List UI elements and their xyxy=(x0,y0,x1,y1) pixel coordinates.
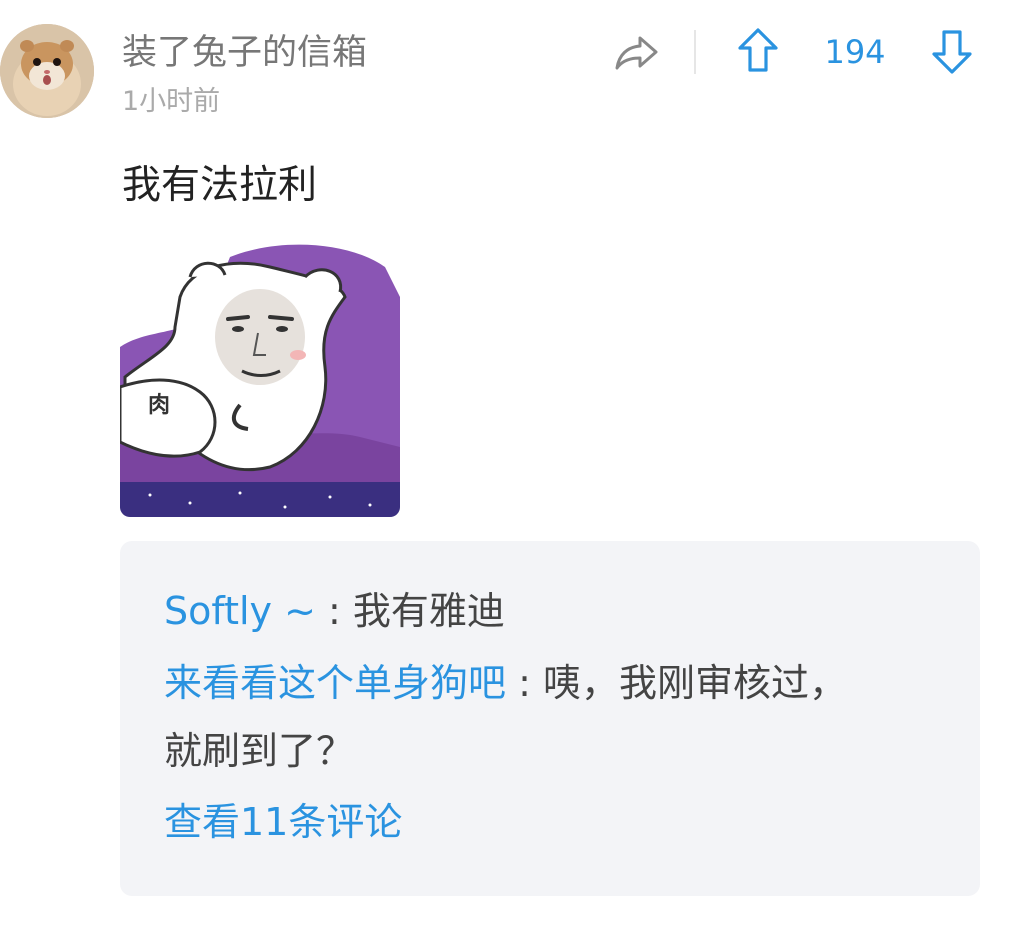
username[interactable]: 装了兔子的信箱 xyxy=(122,30,367,76)
vote-count: 194 xyxy=(824,33,886,71)
reply-separator: : xyxy=(315,589,353,633)
upvote-button[interactable] xyxy=(736,26,780,76)
reply-item[interactable]: Softly ~ : 我有雅迪 xyxy=(164,577,884,645)
timestamp: 1小时前 xyxy=(122,86,221,117)
reply-author[interactable]: 来看看这个单身狗吧 xyxy=(164,661,506,705)
arrow-up-icon xyxy=(738,28,778,72)
comment-text: 我有法拉利 xyxy=(122,163,318,208)
reply-author[interactable]: Softly ~ xyxy=(164,589,316,633)
avatar[interactable] xyxy=(0,24,94,118)
comment-card: 装了兔子的信箱 1小时前 194 我有法拉利 肉 Softly ~: 我有雅迪… xyxy=(0,0,1028,928)
sticker-caption: 肉 xyxy=(148,393,171,418)
sticker-image[interactable]: 肉 xyxy=(120,237,400,517)
action-divider xyxy=(694,30,696,74)
reply-item[interactable]: 来看看这个单身狗吧 : 咦，我刚审核过，就刷到了？ xyxy=(164,649,884,785)
view-all-replies-link[interactable]: 查看11条评论 xyxy=(164,797,402,847)
share-button[interactable] xyxy=(612,28,662,76)
reply-preview-box[interactable]: Softly ~ : 我有雅迪 来看看这个单身狗吧 : 咦，我刚审核过，就刷到了… xyxy=(120,541,980,896)
arrow-down-icon xyxy=(932,30,972,74)
share-arrow-icon xyxy=(615,36,658,70)
reply-text: 我有雅迪 xyxy=(352,589,505,633)
downvote-button[interactable] xyxy=(930,26,974,76)
reply-separator: : xyxy=(506,661,543,705)
